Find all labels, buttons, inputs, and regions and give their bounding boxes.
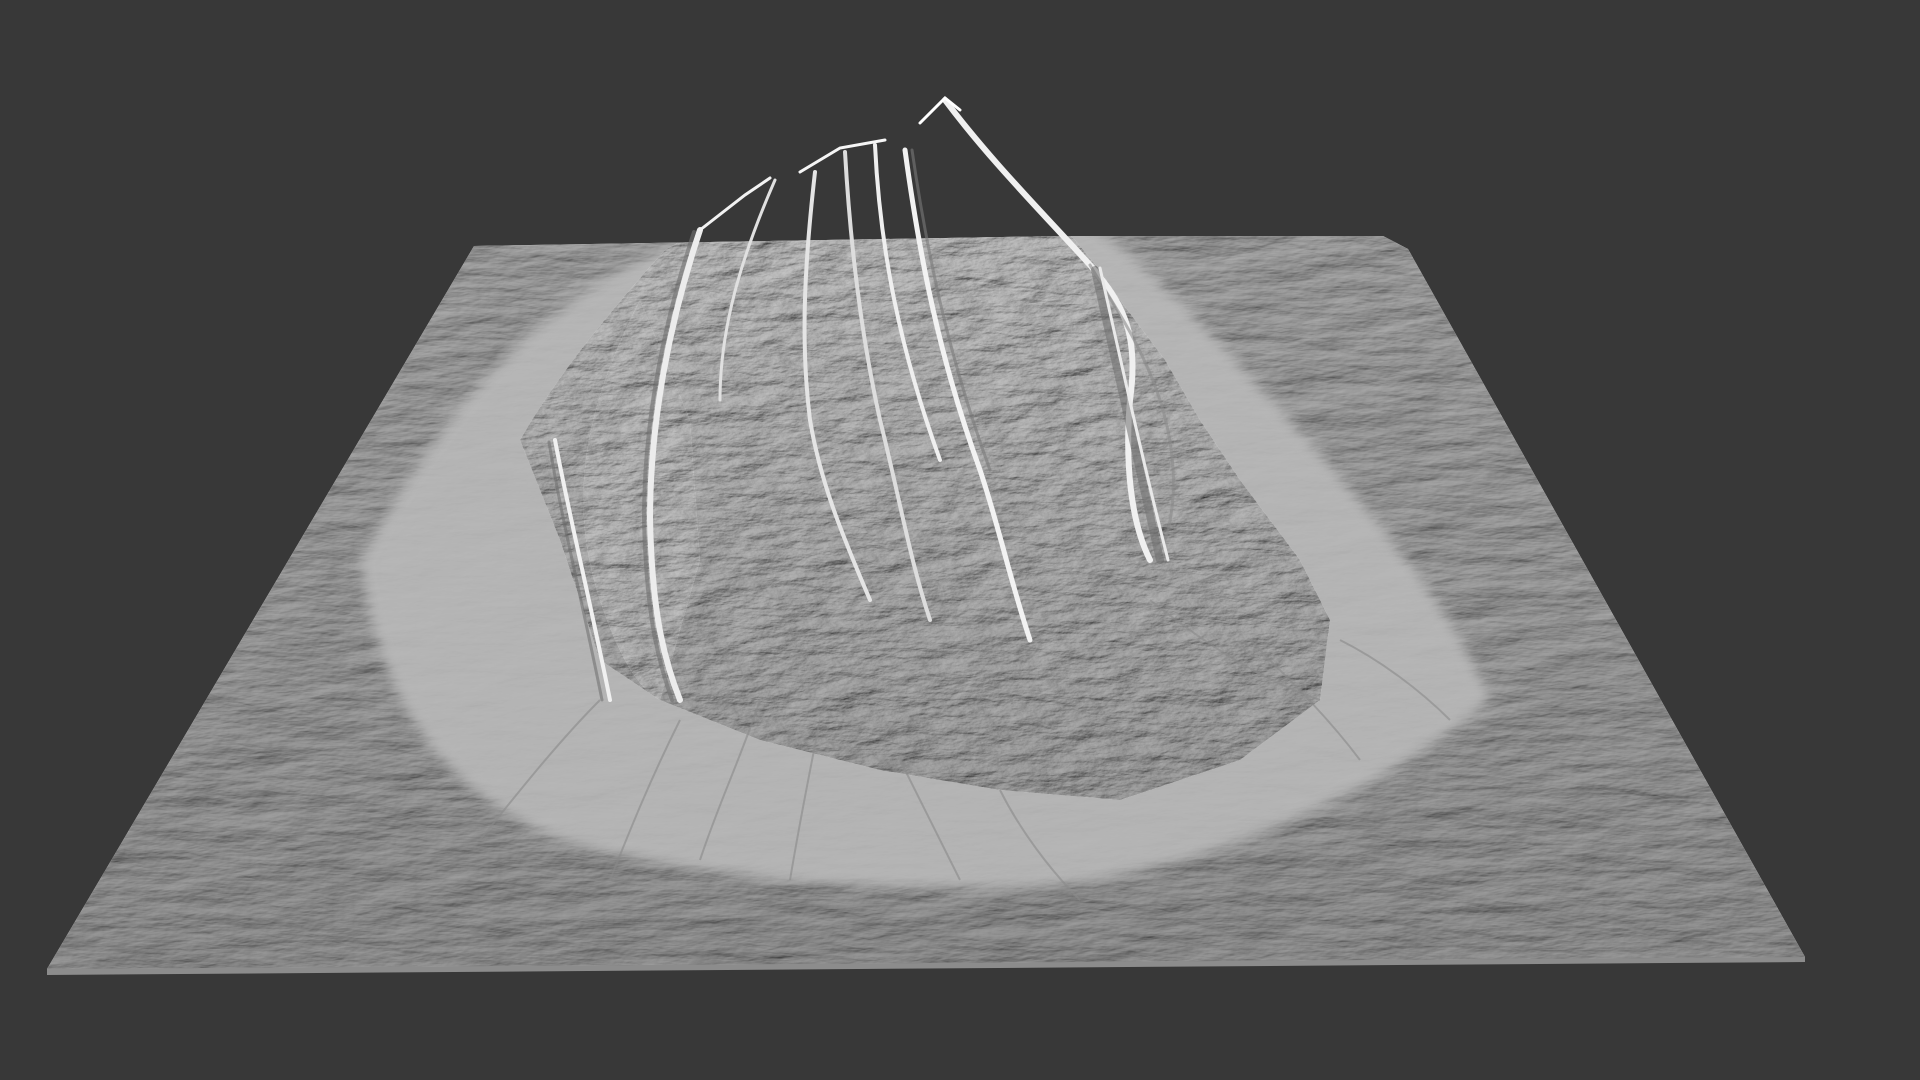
3d-viewport[interactable]	[0, 0, 1920, 1080]
terrain-mesh	[47, 95, 1805, 975]
mountain-massif	[360, 236, 1490, 888]
